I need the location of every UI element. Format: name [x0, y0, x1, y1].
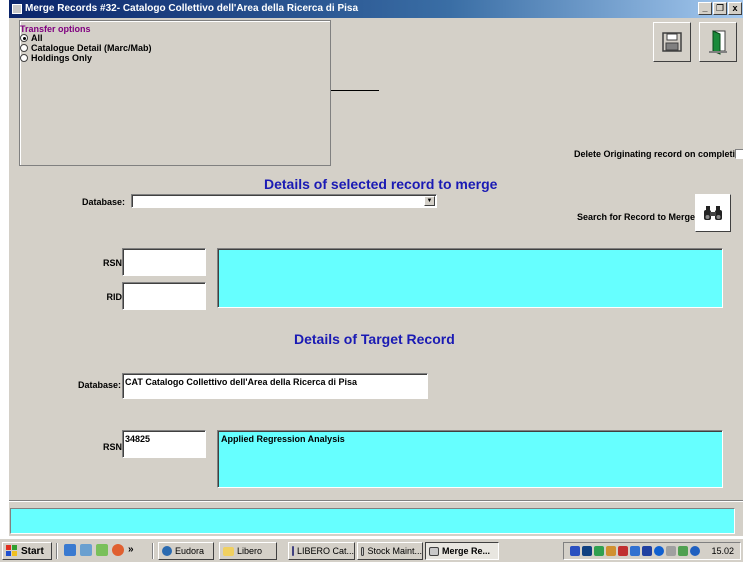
- chevron-down-icon[interactable]: ▼: [424, 196, 435, 206]
- status-bar: [10, 508, 735, 534]
- binoculars-icon: [704, 206, 722, 220]
- taskbar-separator: [56, 543, 58, 559]
- window-icon: [361, 546, 365, 556]
- source-database-select[interactable]: ▼: [131, 194, 437, 208]
- start-button[interactable]: Start: [2, 542, 52, 560]
- radio-holdings-only-label: Holdings Only: [31, 53, 93, 63]
- transfer-options-group: [19, 20, 331, 166]
- eudora-icon: [162, 546, 172, 556]
- quick-launch: »: [64, 544, 134, 556]
- windows-logo-icon: [6, 545, 17, 556]
- task-libero-label: Libero: [237, 546, 263, 556]
- task-merge-records[interactable]: Merge Re...: [425, 542, 499, 560]
- quick-launch-chevron[interactable]: »: [128, 544, 134, 556]
- search-record-label: Search for Record to Merge: [577, 212, 696, 222]
- keyboard-icon[interactable]: [678, 546, 688, 556]
- radio-all[interactable]: All: [20, 33, 43, 43]
- minimize-button[interactable]: _: [698, 2, 712, 15]
- radio-holdings-only[interactable]: Holdings Only: [20, 53, 92, 63]
- window-controls: _ ❐ x: [698, 2, 742, 15]
- task-libero-cat[interactable]: LIBERO Cat...: [288, 542, 355, 560]
- target-rsn-input[interactable]: 34825: [122, 430, 206, 458]
- radio-holdings-only-indicator[interactable]: [20, 54, 28, 62]
- task-stock-maint-label: Stock Maint...: [367, 546, 422, 556]
- floppy-disk-icon: [662, 32, 682, 52]
- messenger-icon[interactable]: [654, 546, 664, 556]
- target-rsn-label: RSN:: [103, 442, 125, 452]
- update-icon[interactable]: [606, 546, 616, 556]
- title-bar[interactable]: Merge Records #32- Catalogo Collettivo d…: [9, 0, 743, 18]
- printer-icon[interactable]: [666, 546, 676, 556]
- taskbar: Start » Eudora Libero LIBERO Cat... Stoc…: [0, 538, 743, 562]
- task-merge-records-label: Merge Re...: [442, 546, 491, 556]
- connection-icon[interactable]: [630, 546, 640, 556]
- status-divider: [9, 500, 743, 501]
- desktop-icon[interactable]: [96, 544, 108, 556]
- source-rsn-input[interactable]: [122, 248, 206, 276]
- delete-originating-checkbox[interactable]: [735, 149, 743, 159]
- task-eudora[interactable]: Eudora: [158, 542, 214, 560]
- start-label: Start: [21, 545, 44, 557]
- radio-catalogue-detail-label: Catalogue Detail (Marc/Mab): [31, 43, 152, 53]
- radio-all-indicator[interactable]: [20, 34, 28, 42]
- internet-explorer-icon[interactable]: [64, 544, 76, 556]
- source-record-details: [217, 248, 723, 308]
- exit-button[interactable]: [699, 22, 737, 62]
- radio-all-label: All: [31, 33, 43, 43]
- libero-app-icon: [292, 546, 294, 556]
- source-rid-label: RID:: [106, 292, 126, 302]
- target-record-details: Applied Regression Analysis: [217, 430, 723, 488]
- sync-icon[interactable]: [690, 546, 700, 556]
- radio-catalogue-detail[interactable]: Catalogue Detail (Marc/Mab): [20, 43, 152, 53]
- close-button[interactable]: x: [728, 2, 742, 15]
- task-libero[interactable]: Libero: [219, 542, 277, 560]
- taskbar-separator-2: [152, 543, 154, 559]
- app-icon[interactable]: [12, 4, 22, 14]
- merge-records-window: Merge Records #32- Catalogo Collettivo d…: [8, 0, 743, 536]
- source-record-heading: Details of selected record to merge: [264, 176, 498, 192]
- task-libero-cat-label: LIBERO Cat...: [296, 546, 354, 556]
- save-button[interactable]: [653, 22, 691, 62]
- task-stock-maint[interactable]: Stock Maint...: [357, 542, 423, 560]
- target-database-label: Database:: [77, 380, 121, 390]
- network-icon[interactable]: [582, 546, 592, 556]
- restore-button[interactable]: ❐: [713, 2, 727, 15]
- taskbar-clock: 15.02: [711, 546, 734, 556]
- outlook-icon[interactable]: [80, 544, 92, 556]
- source-rsn-label: RSN:: [103, 258, 125, 268]
- antivirus-icon[interactable]: [594, 546, 604, 556]
- separator-line: [331, 90, 379, 91]
- exit-door-icon: [709, 30, 727, 55]
- volume-icon[interactable]: [570, 546, 580, 556]
- radio-catalogue-detail-indicator[interactable]: [20, 44, 28, 52]
- security-icon[interactable]: [618, 546, 628, 556]
- target-record-heading: Details of Target Record: [294, 331, 455, 347]
- window-title: Merge Records #32- Catalogo Collettivo d…: [25, 3, 359, 14]
- source-rid-input[interactable]: [122, 282, 206, 310]
- folder-icon: [223, 546, 234, 556]
- search-record-button[interactable]: [695, 194, 731, 232]
- source-database-label: Database:: [81, 197, 125, 207]
- target-database-field[interactable]: CAT Catalogo Collettivo dell'Area della …: [122, 373, 428, 399]
- window-icon-active: [429, 546, 439, 556]
- browser-icon[interactable]: [112, 544, 124, 556]
- delete-originating-label: Delete Originating record on completion: [574, 149, 743, 159]
- task-eudora-label: Eudora: [175, 546, 205, 556]
- system-tray: 15.02: [563, 542, 741, 560]
- display-icon[interactable]: [642, 546, 652, 556]
